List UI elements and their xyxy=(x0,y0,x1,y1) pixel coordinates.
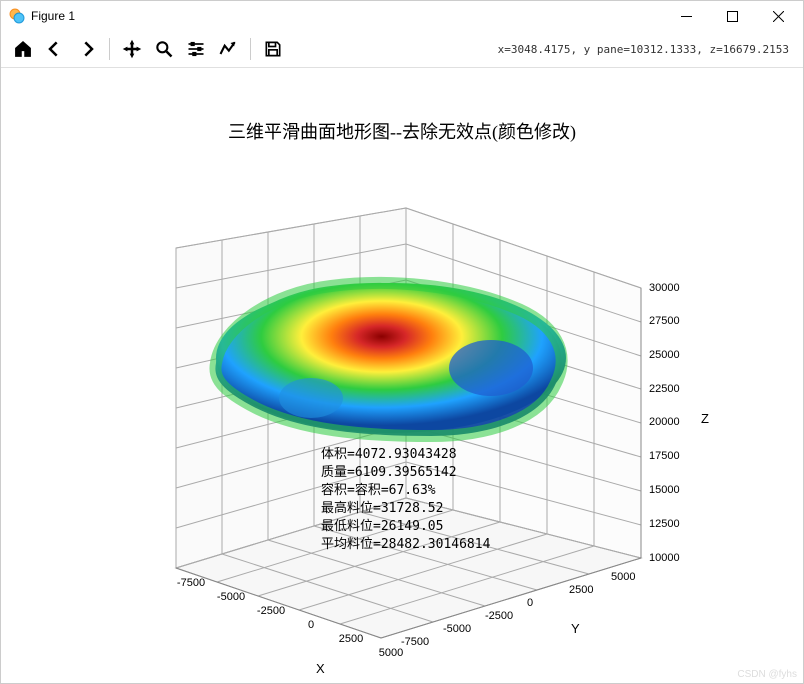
svg-text:30000: 30000 xyxy=(649,282,680,294)
configure-subplots-button[interactable] xyxy=(182,35,210,63)
edit-axes-button[interactable] xyxy=(214,35,242,63)
svg-text:体积=4072.93043428: 体积=4072.93043428 xyxy=(321,447,457,462)
svg-text:20000: 20000 xyxy=(649,416,680,428)
app-icon xyxy=(9,8,25,24)
svg-text:10000: 10000 xyxy=(649,552,680,564)
coordinate-status: x=3048.4175, y pane=10312.1333, z=16679.… xyxy=(291,43,795,56)
toolbar-separator xyxy=(250,38,251,60)
zoom-button[interactable] xyxy=(150,35,178,63)
svg-text:25000: 25000 xyxy=(649,349,680,361)
home-button[interactable] xyxy=(9,35,37,63)
figure-canvas[interactable]: 三维平滑曲面地形图--去除无效点(颜色修改) xyxy=(1,68,803,682)
svg-text:-7500: -7500 xyxy=(401,636,429,648)
svg-text:最高料位=31728.52: 最高料位=31728.52 xyxy=(321,500,443,516)
chart-title: 三维平滑曲面地形图--去除无效点(颜色修改) xyxy=(1,118,803,144)
save-button[interactable] xyxy=(259,35,287,63)
svg-text:质量=6109.39565142: 质量=6109.39565142 xyxy=(321,465,457,480)
svg-text:2500: 2500 xyxy=(569,584,593,596)
window-title: Figure 1 xyxy=(31,9,75,23)
svg-text:22500: 22500 xyxy=(649,383,680,395)
svg-text:5000: 5000 xyxy=(379,647,403,659)
y-axis-label: Y xyxy=(571,621,580,636)
close-button[interactable] xyxy=(755,1,801,31)
svg-text:-2500: -2500 xyxy=(257,605,285,617)
svg-text:2500: 2500 xyxy=(339,633,363,645)
svg-text:-5000: -5000 xyxy=(217,591,245,603)
surface-plot xyxy=(215,283,566,436)
svg-text:5000: 5000 xyxy=(611,571,635,583)
svg-text:-7500: -7500 xyxy=(177,577,205,589)
z-axis-label: Z xyxy=(701,411,709,426)
axes-3d: 10000 12500 15000 17500 20000 22500 2500… xyxy=(101,168,701,648)
svg-text:最低料位=26149.05: 最低料位=26149.05 xyxy=(321,519,443,534)
z-tick-labels: 10000 12500 15000 17500 20000 22500 2500… xyxy=(649,282,680,564)
svg-text:-2500: -2500 xyxy=(485,610,513,622)
window-titlebar: Figure 1 xyxy=(1,1,803,31)
svg-text:-5000: -5000 xyxy=(443,623,471,635)
svg-text:27500: 27500 xyxy=(649,315,680,327)
maximize-button[interactable] xyxy=(709,1,755,31)
svg-text:12500: 12500 xyxy=(649,518,680,530)
back-button[interactable] xyxy=(41,35,69,63)
svg-text:平均料位=28482.30146814: 平均料位=28482.30146814 xyxy=(321,537,491,552)
svg-text:17500: 17500 xyxy=(649,450,680,462)
svg-text:15000: 15000 xyxy=(649,484,680,496)
forward-button[interactable] xyxy=(73,35,101,63)
pan-button[interactable] xyxy=(118,35,146,63)
toolbar-separator xyxy=(109,38,110,60)
toolbar: x=3048.4175, y pane=10312.1333, z=16679.… xyxy=(1,31,803,68)
minimize-button[interactable] xyxy=(663,1,709,31)
svg-text:0: 0 xyxy=(308,619,314,631)
svg-text:容积=容积=67.63%: 容积=容积=67.63% xyxy=(321,482,436,498)
x-axis-label: X xyxy=(316,661,325,676)
watermark: CSDN @fyhs xyxy=(737,669,797,680)
svg-text:0: 0 xyxy=(527,597,533,609)
